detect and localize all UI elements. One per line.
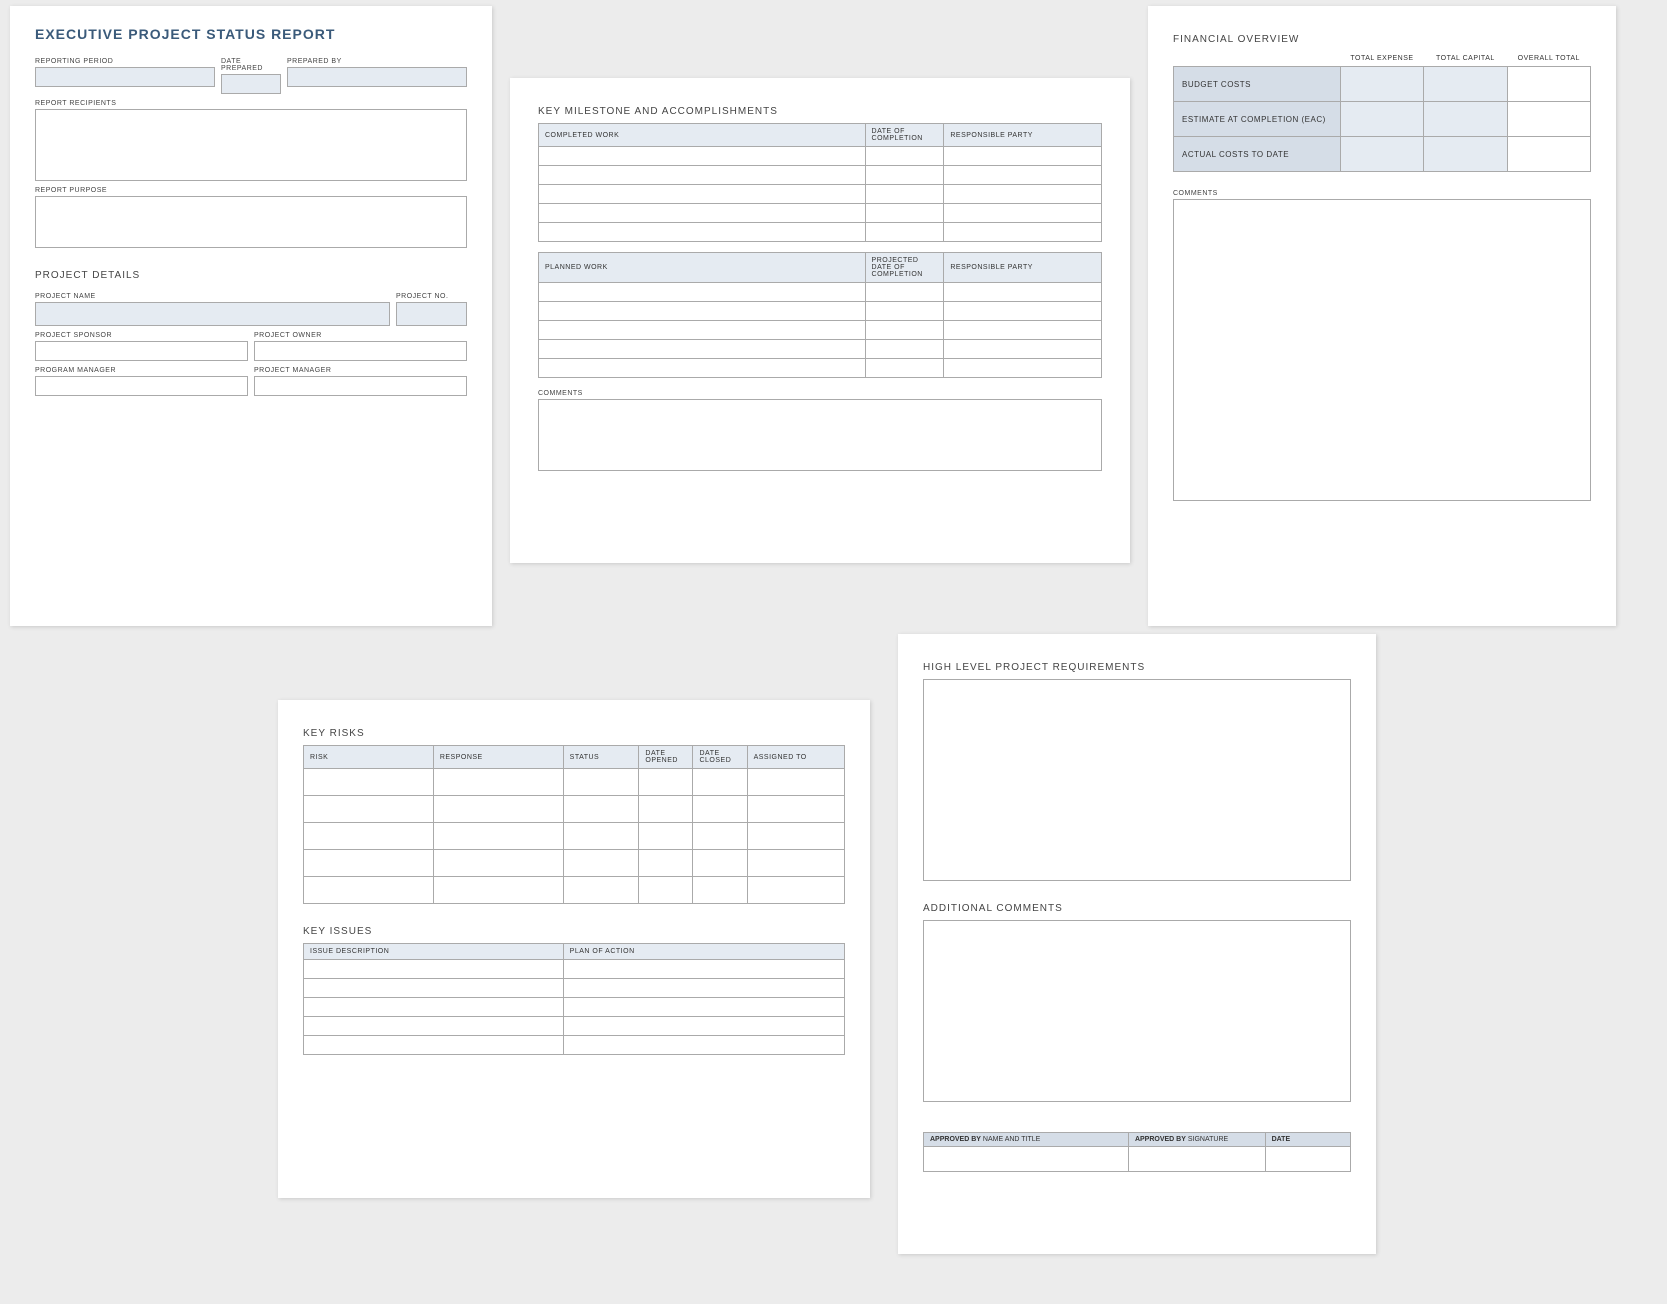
- program-manager-label: PROGRAM MANAGER: [35, 367, 248, 374]
- card-risks-issues: KEY RISKS RISK RESPONSE STATUS DATE OPEN…: [278, 700, 870, 1198]
- milestones-title: KEY MILESTONE AND ACCOMPLISHMENTS: [538, 106, 1102, 117]
- table-row[interactable]: [304, 1017, 845, 1036]
- additional-comments-title: ADDITIONAL COMMENTS: [923, 903, 1351, 914]
- total-capital-header: TOTAL CAPITAL: [1424, 51, 1507, 67]
- response-header: RESPONSE: [433, 746, 563, 769]
- table-row[interactable]: [304, 1036, 845, 1055]
- table-row[interactable]: [539, 321, 1102, 340]
- date-completion-header: DATE OF COMPLETION: [865, 124, 944, 147]
- date-prepared-input[interactable]: [221, 74, 281, 94]
- eac-label: ESTIMATE AT COMPLETION (EAC): [1174, 102, 1341, 137]
- table-row[interactable]: [924, 1147, 1351, 1172]
- additional-comments-input[interactable]: [923, 920, 1351, 1102]
- table-row[interactable]: [539, 223, 1102, 242]
- approval-date-header: DATE: [1265, 1133, 1350, 1147]
- key-risks-title: KEY RISKS: [303, 728, 845, 739]
- project-owner-label: PROJECT OWNER: [254, 332, 467, 339]
- assigned-to-header: ASSIGNED TO: [747, 746, 844, 769]
- hlpr-input[interactable]: [923, 679, 1351, 881]
- table-row[interactable]: [304, 850, 845, 877]
- card-milestones: KEY MILESTONE AND ACCOMPLISHMENTS COMPLE…: [510, 78, 1130, 563]
- table-row[interactable]: [539, 204, 1102, 223]
- table-row[interactable]: [304, 877, 845, 904]
- table-row[interactable]: [539, 166, 1102, 185]
- project-sponsor-input[interactable]: [35, 341, 248, 361]
- hlpr-title: HIGH LEVEL PROJECT REQUIREMENTS: [923, 662, 1351, 673]
- responsible-header-2: RESPONSIBLE PARTY: [944, 253, 1102, 283]
- financial-table[interactable]: TOTAL EXPENSE TOTAL CAPITAL OVERALL TOTA…: [1173, 51, 1591, 172]
- table-row[interactable]: ESTIMATE AT COMPLETION (EAC): [1174, 102, 1591, 137]
- table-row[interactable]: [539, 302, 1102, 321]
- risks-table[interactable]: RISK RESPONSE STATUS DATE OPENED DATE CL…: [303, 745, 845, 904]
- project-owner-input[interactable]: [254, 341, 467, 361]
- milestone-comments-input[interactable]: [538, 399, 1102, 471]
- recipients-label: REPORT RECIPIENTS: [35, 100, 467, 107]
- total-expense-header: TOTAL EXPENSE: [1340, 51, 1423, 67]
- date-prepared-label: DATE PREPARED: [221, 58, 281, 72]
- risk-header: RISK: [304, 746, 434, 769]
- project-name-label: PROJECT NAME: [35, 293, 390, 300]
- program-manager-input[interactable]: [35, 376, 248, 396]
- table-row[interactable]: [304, 960, 845, 979]
- reporting-period-label: REPORTING PERIOD: [35, 58, 215, 65]
- purpose-input[interactable]: [35, 196, 467, 248]
- report-title: EXECUTIVE PROJECT STATUS REPORT: [35, 26, 467, 42]
- budget-costs-label: BUDGET COSTS: [1174, 67, 1341, 102]
- completed-work-header: COMPLETED WORK: [539, 124, 866, 147]
- completed-work-table[interactable]: COMPLETED WORK DATE OF COMPLETION RESPON…: [538, 123, 1102, 242]
- project-sponsor-label: PROJECT SPONSOR: [35, 332, 248, 339]
- prepared-by-label: PREPARED BY: [287, 58, 467, 65]
- table-row[interactable]: [539, 147, 1102, 166]
- projected-date-header: PROJECTED DATE OF COMPLETION: [865, 253, 944, 283]
- card-financial: FINANCIAL OVERVIEW TOTAL EXPENSE TOTAL C…: [1148, 6, 1616, 626]
- financial-comments-input[interactable]: [1173, 199, 1591, 501]
- table-row[interactable]: [304, 769, 845, 796]
- table-row[interactable]: BUDGET COSTS: [1174, 67, 1591, 102]
- project-manager-label: PROJECT MANAGER: [254, 367, 467, 374]
- planned-work-header: PLANNED WORK: [539, 253, 866, 283]
- table-row[interactable]: [539, 359, 1102, 378]
- prepared-by-input[interactable]: [287, 67, 467, 87]
- issue-desc-header: ISSUE DESCRIPTION: [304, 944, 564, 960]
- table-row[interactable]: [539, 283, 1102, 302]
- table-row[interactable]: [304, 979, 845, 998]
- table-row[interactable]: [304, 998, 845, 1017]
- key-issues-title: KEY ISSUES: [303, 926, 845, 937]
- project-no-input[interactable]: [396, 302, 467, 326]
- reporting-period-input[interactable]: [35, 67, 215, 87]
- purpose-label: REPORT PURPOSE: [35, 187, 467, 194]
- approval-table[interactable]: APPROVED BY NAME AND TITLE APPROVED BY S…: [923, 1132, 1351, 1172]
- plan-action-header: PLAN OF ACTION: [563, 944, 844, 960]
- milestone-comments-label: COMMENTS: [538, 390, 1102, 397]
- status-header: STATUS: [563, 746, 639, 769]
- date-closed-header: DATE CLOSED: [693, 746, 747, 769]
- table-row[interactable]: [304, 823, 845, 850]
- recipients-input[interactable]: [35, 109, 467, 181]
- approved-signature-header: APPROVED BY SIGNATURE: [1128, 1133, 1265, 1147]
- project-details-title: PROJECT DETAILS: [35, 270, 467, 281]
- financial-title: FINANCIAL OVERVIEW: [1173, 34, 1591, 45]
- table-row[interactable]: [539, 340, 1102, 359]
- responsible-header-1: RESPONSIBLE PARTY: [944, 124, 1102, 147]
- date-opened-header: DATE OPENED: [639, 746, 693, 769]
- project-no-label: PROJECT NO.: [396, 293, 467, 300]
- table-row[interactable]: [539, 185, 1102, 204]
- actual-costs-label: ACTUAL COSTS TO DATE: [1174, 137, 1341, 172]
- project-name-input[interactable]: [35, 302, 390, 326]
- table-row[interactable]: ACTUAL COSTS TO DATE: [1174, 137, 1591, 172]
- card-executive-report: EXECUTIVE PROJECT STATUS REPORT REPORTIN…: [10, 6, 492, 626]
- table-row[interactable]: [304, 796, 845, 823]
- financial-comments-label: COMMENTS: [1173, 190, 1591, 197]
- planned-work-table[interactable]: PLANNED WORK PROJECTED DATE OF COMPLETIO…: [538, 252, 1102, 378]
- approved-name-header: APPROVED BY NAME AND TITLE: [924, 1133, 1129, 1147]
- project-manager-input[interactable]: [254, 376, 467, 396]
- overall-total-header: OVERALL TOTAL: [1507, 51, 1590, 67]
- issues-table[interactable]: ISSUE DESCRIPTION PLAN OF ACTION: [303, 943, 845, 1055]
- card-requirements: HIGH LEVEL PROJECT REQUIREMENTS ADDITION…: [898, 634, 1376, 1254]
